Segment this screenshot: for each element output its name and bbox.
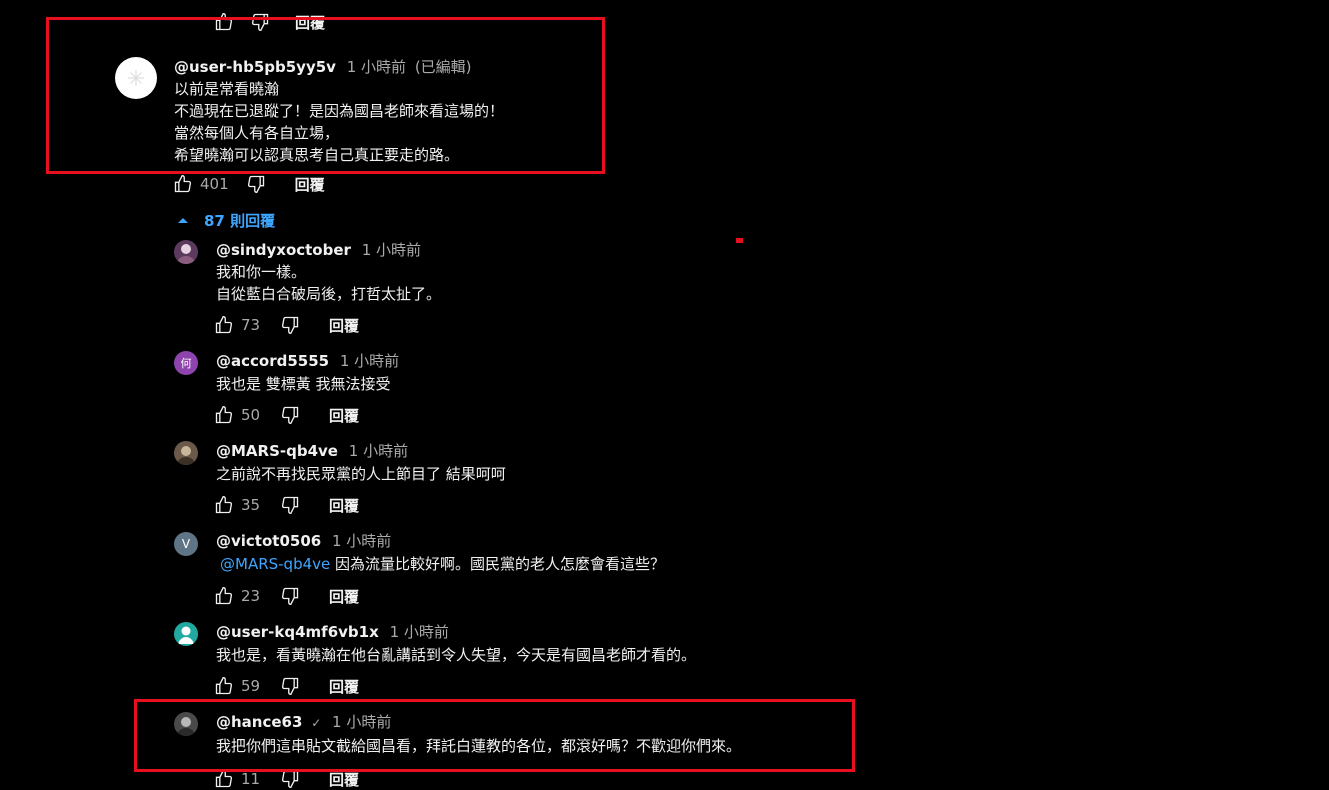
reply-actions: 35 回覆 bbox=[213, 494, 359, 516]
like-button[interactable] bbox=[213, 404, 235, 426]
dislike-button[interactable] bbox=[245, 173, 267, 195]
reply-line: 我也是 雙標黃 我無法接受 bbox=[216, 375, 391, 393]
thumbs-up-icon bbox=[215, 315, 233, 334]
dislike-button[interactable] bbox=[279, 404, 301, 426]
mention-link[interactable]: @MARS-qb4ve bbox=[220, 555, 330, 573]
thumbs-down-icon bbox=[281, 587, 299, 606]
avatar-letter: V bbox=[181, 537, 191, 551]
like-button[interactable] bbox=[213, 314, 235, 336]
reply-button[interactable]: 回覆 bbox=[329, 676, 359, 697]
like-count: 50 bbox=[241, 406, 261, 424]
reply-button[interactable]: 回覆 bbox=[329, 405, 359, 426]
like-count: 23 bbox=[241, 587, 261, 605]
reply-author[interactable]: @sindyxoctober bbox=[216, 241, 351, 259]
reply-time[interactable]: 1 小時前 bbox=[362, 241, 421, 259]
reply-author[interactable]: @victot0506 bbox=[216, 532, 321, 550]
thumbs-down-icon bbox=[247, 175, 264, 194]
reply-button[interactable]: 回覆 bbox=[329, 586, 359, 607]
reply-text: 我和你一樣。 自從藍白合破局後，打哲太扯了。 bbox=[216, 261, 441, 305]
avatar[interactable] bbox=[174, 240, 198, 264]
dislike-button[interactable] bbox=[279, 314, 301, 336]
profile-photo-icon bbox=[176, 446, 196, 465]
like-count: 59 bbox=[241, 677, 261, 695]
avatar[interactable] bbox=[174, 441, 198, 465]
reply-actions: 23 回覆 bbox=[213, 585, 359, 607]
thumbs-up-icon bbox=[215, 586, 233, 605]
reply-button[interactable]: 回覆 bbox=[295, 174, 325, 195]
reply-line: 我和你一樣。 bbox=[216, 263, 307, 281]
highlight-box bbox=[46, 17, 605, 174]
reply-line-text: 因為流量比較好啊。國民黨的老人怎麼會看這些？ bbox=[330, 555, 666, 573]
like-button[interactable] bbox=[213, 585, 235, 607]
dislike-button[interactable] bbox=[279, 675, 301, 697]
avatar[interactable]: V bbox=[174, 532, 198, 556]
reply-line: @MARS-qb4ve 因為流量比較好啊。國民黨的老人怎麼會看這些？ bbox=[216, 553, 665, 575]
reply-button[interactable]: 回覆 bbox=[329, 315, 359, 336]
thumbs-down-icon bbox=[281, 316, 299, 335]
avatar[interactable]: 何 bbox=[174, 351, 198, 375]
thumbs-up-icon bbox=[174, 174, 192, 193]
reply-author[interactable]: @MARS-qb4ve bbox=[216, 442, 338, 460]
thumbs-up-icon bbox=[215, 769, 233, 788]
reply-time[interactable]: 1 小時前 bbox=[349, 442, 408, 460]
avatar-letter: 何 bbox=[180, 357, 192, 370]
reply-header: @accord5555 1 小時前 bbox=[216, 350, 399, 371]
thumbs-down-icon bbox=[281, 406, 299, 425]
reply-text: @MARS-qb4ve 因為流量比較好啊。國民黨的老人怎麼會看這些？ bbox=[216, 553, 665, 575]
reply-author[interactable]: @user-kq4mf6vb1x bbox=[216, 623, 379, 641]
reply-time[interactable]: 1 小時前 bbox=[340, 352, 399, 370]
reply-text: 我也是，看黃曉瀚在他台亂講話到令人失望，今天是有國昌老師才看的。 bbox=[216, 644, 696, 666]
like-button[interactable] bbox=[213, 675, 235, 697]
reply-author[interactable]: @accord5555 bbox=[216, 352, 329, 370]
reply-line: 我也是，看黃曉瀚在他台亂講話到令人失望，今天是有國昌老師才看的。 bbox=[216, 646, 697, 664]
person-icon bbox=[178, 626, 194, 644]
reply-text: 我也是 雙標黃 我無法接受 bbox=[216, 373, 391, 395]
reply-actions: 59 回覆 bbox=[213, 675, 359, 697]
avatar[interactable] bbox=[174, 622, 198, 646]
reply-header: @user-kq4mf6vb1x 1 小時前 bbox=[216, 621, 449, 642]
caret-up-icon bbox=[178, 217, 188, 223]
like-count: 401 bbox=[200, 175, 229, 193]
like-button[interactable] bbox=[213, 494, 235, 516]
thumbs-down-icon bbox=[281, 496, 299, 515]
reply-line: 之前說不再找民眾黨的人上節目了 結果呵呵 bbox=[216, 465, 506, 483]
reply-actions: 73 回覆 bbox=[213, 314, 359, 336]
thumbs-up-icon bbox=[215, 676, 233, 695]
reply-line: 自從藍白合破局後，打哲太扯了。 bbox=[216, 285, 442, 303]
replies-toggle[interactable]: 87 則回覆 bbox=[178, 210, 275, 231]
reply-time[interactable]: 1 小時前 bbox=[390, 623, 449, 641]
dislike-button[interactable] bbox=[279, 585, 301, 607]
like-count: 11 bbox=[241, 770, 261, 788]
thumbs-up-icon bbox=[215, 405, 233, 424]
thumbs-up-icon bbox=[215, 495, 233, 514]
reply-button[interactable]: 回覆 bbox=[329, 495, 359, 516]
profile-photo-icon bbox=[176, 244, 196, 264]
annotation-mark bbox=[736, 238, 743, 243]
comment-actions: 401 回覆 bbox=[172, 173, 325, 195]
thumbs-down-icon bbox=[281, 770, 299, 789]
reply-header: @victot0506 1 小時前 bbox=[216, 530, 391, 551]
like-count: 73 bbox=[241, 316, 261, 334]
reply-time[interactable]: 1 小時前 bbox=[332, 532, 391, 550]
highlight-box bbox=[134, 699, 855, 772]
replies-count-label: 87 則回覆 bbox=[204, 212, 276, 230]
reply-actions: 50 回覆 bbox=[213, 404, 359, 426]
reply-text: 之前說不再找民眾黨的人上節目了 結果呵呵 bbox=[216, 463, 506, 485]
like-button[interactable] bbox=[172, 173, 194, 195]
thumbs-down-icon bbox=[281, 677, 299, 696]
reply-header: @sindyxoctober 1 小時前 bbox=[216, 239, 421, 260]
like-count: 35 bbox=[241, 496, 261, 514]
reply-header: @MARS-qb4ve 1 小時前 bbox=[216, 440, 408, 461]
dislike-button[interactable] bbox=[279, 494, 301, 516]
